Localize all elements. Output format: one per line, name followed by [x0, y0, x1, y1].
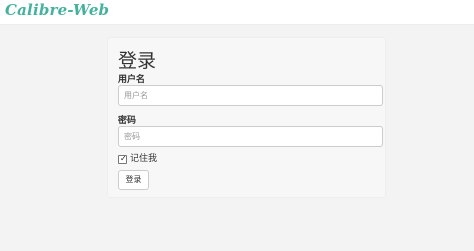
- login-panel: 登录 用户名 用户名 密码 密码 ✓ 记住我 登录: [107, 37, 386, 198]
- top-navbar: Calibre-Web: [0, 0, 474, 25]
- login-button[interactable]: 登录: [118, 170, 149, 190]
- remember-me-checkbox[interactable]: ✓: [118, 154, 127, 164]
- username-label: 用户名: [118, 75, 146, 85]
- brand-logo[interactable]: Calibre-Web: [5, 1, 109, 19]
- checkmark-icon: ✓: [120, 154, 127, 163]
- password-label: 密码: [118, 116, 137, 126]
- username-input[interactable]: 用户名: [118, 85, 383, 106]
- remember-me-label[interactable]: 记住我: [130, 153, 157, 165]
- page-title: 登录: [118, 50, 157, 72]
- password-input[interactable]: 密码: [118, 126, 383, 147]
